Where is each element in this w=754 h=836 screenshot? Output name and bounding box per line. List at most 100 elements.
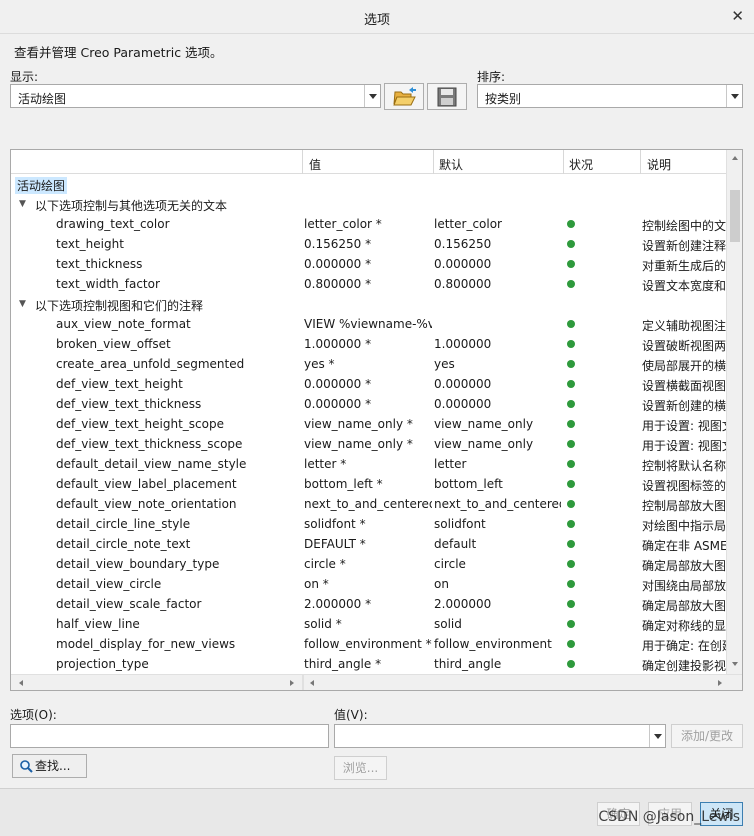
folder-open-icon xyxy=(393,87,416,106)
column-header-default[interactable]: 默认 xyxy=(439,156,463,173)
option-field-label: 选项(O): xyxy=(10,708,57,722)
option-default: on xyxy=(434,577,449,591)
option-name: default_view_note_orientation xyxy=(56,497,237,511)
option-input[interactable] xyxy=(10,724,329,748)
option-default: 0.000000 xyxy=(434,257,492,271)
table-row[interactable]: half_view_line solid * solid 确定对称线的显 xyxy=(11,614,727,634)
table-row[interactable]: projection_type third_angle * third_angle 确… xyxy=(11,654,727,674)
column-header-description[interactable]: 说明 xyxy=(647,156,671,173)
scroll-right-icon xyxy=(290,680,294,686)
option-value: letter * xyxy=(304,457,347,471)
table-row[interactable]: create_area_unfold_segmented yes * yes 使局部展… xyxy=(11,354,727,374)
option-name: text_height xyxy=(56,237,124,251)
option-name: default_detail_view_name_style xyxy=(56,457,247,471)
option-description: 设置文本宽度和 xyxy=(642,279,727,293)
option-value: view_name_only * xyxy=(304,437,413,451)
table-row[interactable]: model_display_for_new_views follow_enviro… xyxy=(11,634,727,654)
collapse-icon[interactable]: ▼ xyxy=(19,199,26,209)
option-default: yes xyxy=(434,357,455,371)
option-description: 控制局部放大图 xyxy=(642,499,727,513)
description-text: 查看并管理 Creo Parametric 选项。 xyxy=(14,45,223,60)
find-button[interactable]: 查找... xyxy=(12,754,87,778)
option-value: 1.000000 * xyxy=(304,337,372,351)
horizontal-scrollbar[interactable] xyxy=(11,674,742,690)
option-name: default_view_label_placement xyxy=(56,477,237,491)
table-row[interactable]: broken_view_offset 1.000000 * 1.000000 设置破断… xyxy=(11,334,727,354)
option-default: next_to_and_centered xyxy=(434,497,561,511)
option-name: drawing_text_color xyxy=(56,217,170,231)
table-row[interactable]: drawing_text_color letter_color * letter_c… xyxy=(11,214,727,234)
option-default: 1.000000 xyxy=(434,337,492,351)
table-row[interactable]: aux_view_note_format VIEW %viewname-%vi 定义… xyxy=(11,314,727,334)
option-default: circle xyxy=(434,557,466,571)
title-bar: 选项 ✕ xyxy=(0,0,754,34)
option-name: detail_view_boundary_type xyxy=(56,557,220,571)
chevron-down-icon[interactable] xyxy=(364,85,380,107)
status-ok-icon xyxy=(567,560,575,568)
option-default: view_name_only xyxy=(434,417,534,431)
save-config-button[interactable] xyxy=(427,83,467,110)
option-default: bottom_left xyxy=(434,477,503,491)
sort-value: 按类别 xyxy=(485,92,522,106)
status-ok-icon xyxy=(567,360,575,368)
option-description: 用于设置: 视图文 xyxy=(642,419,727,433)
option-value: 0.156250 * xyxy=(304,237,372,251)
table-row[interactable]: default_view_label_placement bottom_left … xyxy=(11,474,727,494)
table-row[interactable]: default_view_note_orientation next_to_and… xyxy=(11,494,727,514)
table-row[interactable]: text_height 0.156250 * 0.156250 设置新创建注释 xyxy=(11,234,727,254)
status-ok-icon xyxy=(567,420,575,428)
display-dropdown[interactable]: 活动绘图 xyxy=(10,84,381,108)
collapse-icon[interactable]: ▼ xyxy=(19,299,26,309)
save-icon xyxy=(437,87,457,107)
option-value: next_to_and_centered xyxy=(304,497,432,511)
table-row[interactable]: def_view_text_thickness 0.000000 * 0.00000… xyxy=(11,394,727,414)
status-ok-icon xyxy=(567,580,575,588)
table-row[interactable]: default_detail_view_name_style letter * le… xyxy=(11,454,727,474)
option-description: 对绘图中指示局 xyxy=(642,519,727,533)
chevron-down-icon[interactable] xyxy=(649,725,665,747)
display-label: 显示: xyxy=(10,70,39,84)
vertical-scrollbar[interactable] xyxy=(726,150,742,674)
column-header-status[interactable]: 状况 xyxy=(569,156,593,173)
table-row[interactable]: def_view_text_height_scope view_name_only… xyxy=(11,414,727,434)
option-value: bottom_left * xyxy=(304,477,383,491)
table-row[interactable]: text_thickness 0.000000 * 0.000000 对重新生成后的 xyxy=(11,254,727,274)
close-icon[interactable]: ✕ xyxy=(731,7,744,25)
table-header: 值 默认 状况 说明 xyxy=(11,150,727,174)
table-row[interactable]: def_view_text_height 0.000000 * 0.000000 设置… xyxy=(11,374,727,394)
option-description: 控制绘图中的文 xyxy=(642,219,727,233)
add-change-button[interactable]: 添加/更改 xyxy=(671,724,743,748)
table-row[interactable]: detail_view_boundary_type circle * circle 确… xyxy=(11,554,727,574)
table-row[interactable]: detail_view_scale_factor 2.000000 * 2.0000… xyxy=(11,594,727,614)
status-ok-icon xyxy=(567,340,575,348)
option-value: yes * xyxy=(304,357,335,371)
root-label: 活动绘图 xyxy=(15,177,68,194)
status-ok-icon xyxy=(567,520,575,528)
options-table[interactable]: 值 默认 状况 说明 活动绘图 ▼ 以下选项控制与其他选项无关的文本 drawing_… xyxy=(10,149,743,691)
table-root-row[interactable]: 活动绘图 xyxy=(11,174,727,194)
option-default: letter_color xyxy=(434,217,502,231)
group-row[interactable]: ▼ 以下选项控制视图和它们的注释 xyxy=(11,294,727,314)
option-description: 对围绕由局部放 xyxy=(642,579,727,593)
vertical-scroll-thumb[interactable] xyxy=(730,190,740,242)
scroll-left-icon xyxy=(310,680,314,686)
browse-button[interactable]: 浏览... xyxy=(334,756,387,780)
option-name: aux_view_note_format xyxy=(56,317,191,331)
option-default: view_name_only xyxy=(434,437,534,451)
sort-dropdown[interactable]: 按类别 xyxy=(477,84,743,108)
status-ok-icon xyxy=(567,380,575,388)
group-row[interactable]: ▼ 以下选项控制与其他选项无关的文本 xyxy=(11,194,727,214)
open-config-button[interactable] xyxy=(384,83,424,110)
table-row[interactable]: text_width_factor 0.800000 * 0.800000 设置文本宽… xyxy=(11,274,727,294)
option-default: 0.800000 xyxy=(434,277,492,291)
option-value: letter_color * xyxy=(304,217,382,231)
option-value: 2.000000 * xyxy=(304,597,372,611)
table-row[interactable]: detail_circle_line_style solidfont * solid… xyxy=(11,514,727,534)
table-row[interactable]: detail_circle_note_text DEFAULT * default 确… xyxy=(11,534,727,554)
column-header-value[interactable]: 值 xyxy=(309,156,321,173)
watermark: CSDN @Jason_Lewis xyxy=(598,809,740,825)
value-dropdown[interactable] xyxy=(334,724,666,748)
table-row[interactable]: def_view_text_thickness_scope view_name_o… xyxy=(11,434,727,454)
chevron-down-icon[interactable] xyxy=(726,85,742,107)
table-row[interactable]: detail_view_circle on * on 对围绕由局部放 xyxy=(11,574,727,594)
